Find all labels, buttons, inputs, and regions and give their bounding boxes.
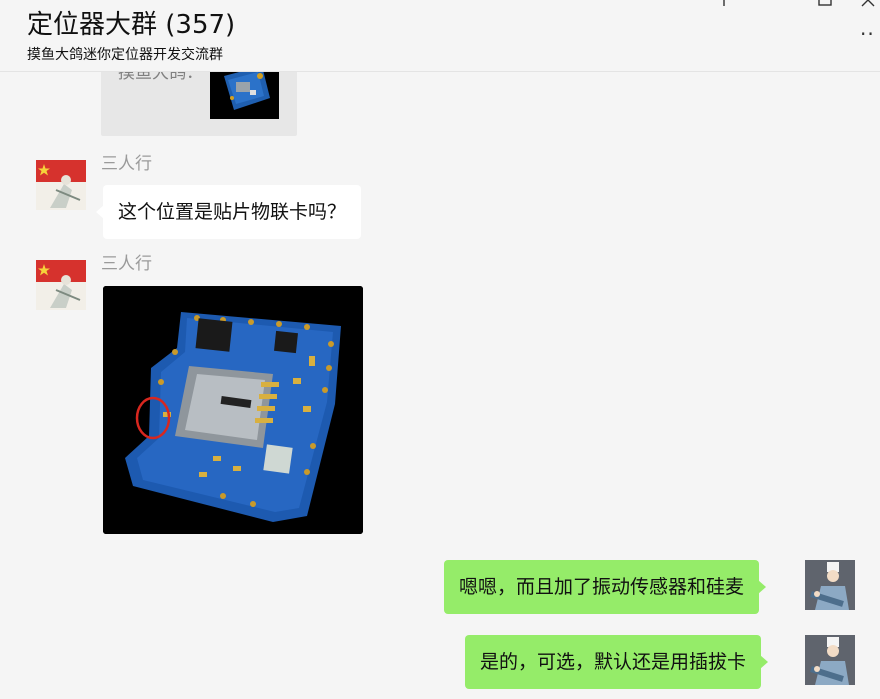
quoted-message[interactable]: 摸鱼大鸽：	[101, 72, 297, 136]
quote-image-thumbnail[interactable]	[210, 72, 279, 119]
chat-header: 定位器大群 (357) 摸鱼大鸽迷你定位器开发交流群 ··	[0, 0, 880, 72]
pin-icon[interactable]	[716, 0, 732, 8]
chat-title[interactable]: 定位器大群 (357)	[27, 8, 235, 42]
avatar[interactable]	[36, 260, 86, 310]
quote-sender: 摸鱼大鸽：	[118, 72, 203, 83]
maximize-icon[interactable]	[817, 0, 833, 8]
message-bubble[interactable]: 嗯嗯，而且加了振动传感器和硅麦	[444, 560, 767, 614]
sender-name: 三人行	[101, 254, 152, 274]
message-list[interactable]: 摸鱼大鸽： 三人行 这个位置是贴片物联卡吗？ 三人行 嗯嗯，而且加了振动传感器和…	[0, 72, 880, 699]
message-bubble[interactable]: 是的，可选，默认还是用插拔卡	[465, 635, 769, 689]
message-bubble[interactable]: 这个位置是贴片物联卡吗？	[95, 185, 362, 239]
avatar[interactable]	[36, 160, 86, 210]
avatar[interactable]	[805, 635, 855, 685]
pcb-photo[interactable]	[103, 286, 363, 534]
close-icon[interactable]	[860, 0, 876, 8]
chat-subtitle: 摸鱼大鸽迷你定位器开发交流群	[27, 47, 223, 63]
sender-name: 三人行	[101, 154, 152, 174]
avatar[interactable]	[805, 560, 855, 610]
more-icon[interactable]: ··	[860, 24, 880, 48]
